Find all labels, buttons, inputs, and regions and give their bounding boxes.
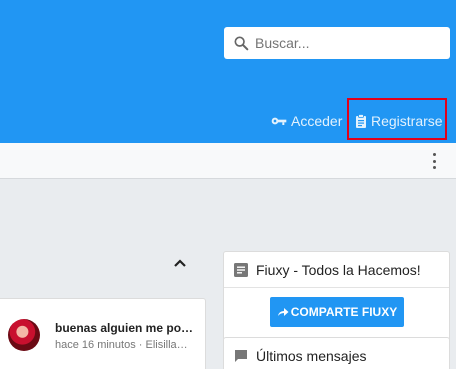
search-box[interactable] [224, 27, 450, 59]
widget-header: Fiuxy - Todos la Hacemos! [224, 252, 449, 288]
widget-header: Últimos mensajes [224, 338, 449, 369]
share-button-label: COMPARTE FIUXY [290, 305, 398, 319]
feed-item-card[interactable]: buenas alguien me podrí… hace 16 minutos… [0, 298, 206, 369]
register-label: Registrarse [371, 113, 443, 129]
sub-navigation-bar [0, 143, 456, 179]
article-icon [234, 262, 248, 277]
fiuxy-widget: Fiuxy - Todos la Hacemos! COMPARTE FIUXY [223, 251, 450, 341]
chevron-up-icon[interactable] [173, 258, 187, 268]
chat-icon [235, 350, 247, 362]
post-title[interactable]: buenas alguien me podrí… [55, 321, 195, 335]
register-link[interactable]: Registrarse [355, 111, 443, 131]
login-label: Acceder [291, 113, 343, 129]
login-link[interactable]: Acceder [271, 111, 342, 131]
messages-title: Últimos mensajes [256, 348, 367, 364]
avatar[interactable] [8, 319, 40, 351]
search-input[interactable] [255, 35, 435, 51]
search-icon [234, 36, 249, 51]
share-button[interactable]: COMPARTE FIUXY [270, 297, 404, 327]
top-header: Acceder Registrarse [0, 0, 456, 143]
key-icon [271, 117, 287, 125]
post-meta: hace 16 minutos · Elisilla… [55, 339, 188, 351]
clipboard-icon [356, 114, 366, 128]
more-vert-icon[interactable] [430, 153, 438, 169]
latest-messages-widget: Últimos mensajes [223, 337, 450, 369]
share-arrow-icon [277, 308, 289, 316]
widget-title: Fiuxy - Todos la Hacemos! [256, 261, 421, 278]
